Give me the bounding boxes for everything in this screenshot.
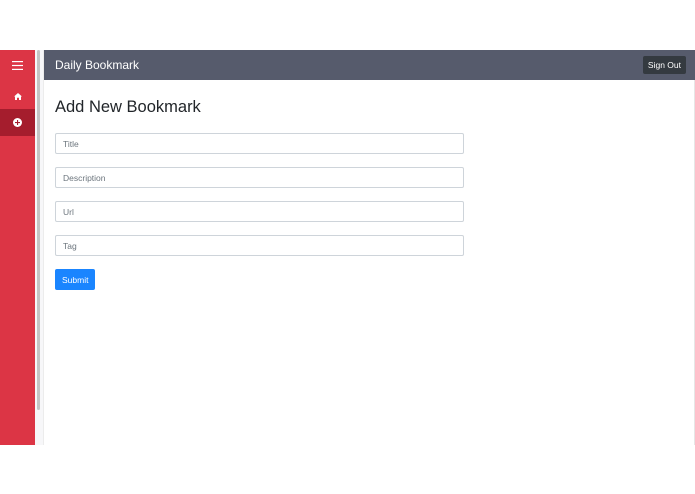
sidebar-item-home[interactable] — [0, 82, 35, 109]
page-title: Add New Bookmark — [55, 98, 201, 116]
submit-button[interactable]: Submit — [55, 269, 96, 290]
bookmark-form-section: Add New Bookmark Submit — [44, 80, 695, 307]
scrollbar-thumb[interactable] — [37, 50, 40, 410]
sign-out-button[interactable]: Sign Out — [642, 56, 686, 74]
add-bookmark-form: Submit — [55, 133, 684, 290]
sidebar — [0, 50, 35, 445]
home-icon — [13, 87, 22, 105]
sidebar-scrollbar[interactable] — [35, 50, 44, 445]
sidebar-item-add-bookmark[interactable] — [0, 109, 35, 136]
tag-input[interactable] — [55, 235, 464, 256]
hamburger-menu-icon — [12, 57, 23, 75]
description-input[interactable] — [55, 167, 464, 188]
plus-circle-icon — [13, 114, 22, 132]
sidebar-menu-toggle[interactable] — [0, 50, 35, 82]
top-navbar: Daily Bookmark Sign Out — [44, 50, 695, 80]
title-input[interactable] — [55, 133, 464, 154]
url-input[interactable] — [55, 201, 464, 222]
app-window: Daily Bookmark Sign Out Add New Bookmark… — [0, 50, 695, 445]
main-area: Daily Bookmark Sign Out Add New Bookmark… — [44, 50, 695, 445]
app-title[interactable]: Daily Bookmark — [55, 58, 139, 72]
